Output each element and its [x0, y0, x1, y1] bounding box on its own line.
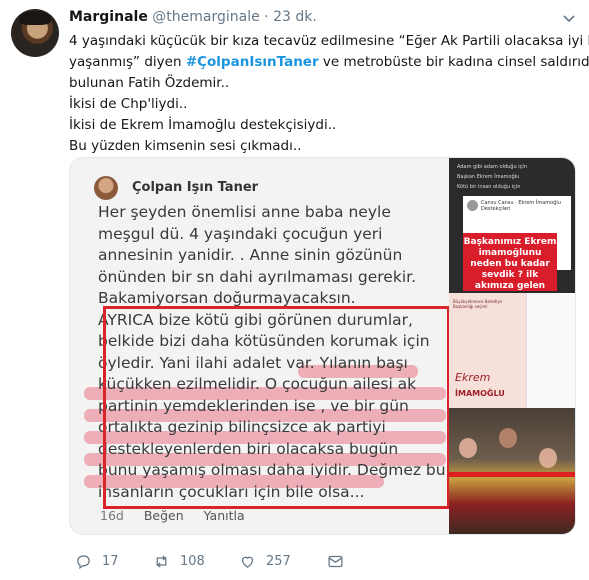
- display-name[interactable]: Marginale: [69, 9, 148, 25]
- post-actions: 16d Beğen Yanıtla: [100, 508, 261, 523]
- tweet-text-line: İkisi de Ekrem İmamoğlu destekçisiydi..: [69, 117, 337, 133]
- collage-note: Başkan Ekrem İmamoğlu: [457, 174, 520, 180]
- retweet-count: 108: [180, 554, 205, 569]
- poster-avatar: [94, 176, 118, 200]
- tweet-text-line: bulunan Fatih Özdemir..: [69, 75, 230, 91]
- card-name: Cansu Cansu · Ekrem İmamoğlu Destekçiler…: [481, 200, 561, 212]
- tweet-text: 4 yaşındaki küçücük bir kıza tecavüz edi…: [69, 31, 589, 157]
- blurred-face: [499, 428, 517, 448]
- reply-button[interactable]: 17: [75, 553, 119, 570]
- reply-count: 17: [102, 554, 119, 569]
- media-screenshot-left[interactable]: Çolpan Işın Taner Her şeyden önemlisi an…: [70, 158, 450, 534]
- blurred-face: [459, 438, 477, 458]
- retweet-button[interactable]: 108: [153, 553, 205, 570]
- post-age: 16d: [100, 508, 124, 523]
- reply-link: Yanıtla: [203, 508, 245, 523]
- tweet-text-line: İkisi de Chp'liydi..: [69, 96, 188, 112]
- collage-note: Adam gibi adam olduğu için: [457, 164, 527, 170]
- envelope-icon: [328, 555, 343, 568]
- heart-icon: [241, 556, 254, 568]
- like-link: Beğen: [143, 508, 184, 523]
- message-button[interactable]: [327, 553, 354, 570]
- collage-instagram-post: [526, 293, 575, 408]
- collage-dark-panel: Adam gibi adam olduğu için Başkan Ekrem …: [449, 158, 575, 293]
- ribbon: [449, 472, 575, 477]
- like-count: 257: [266, 554, 291, 569]
- user-handle[interactable]: @themarginale: [152, 9, 259, 25]
- tweet-text-line: Bu yüzden kimsenin sesi çıkmadı..: [69, 138, 302, 154]
- media-collage-right[interactable]: Adam gibi adam olduğu için Başkan Ekrem …: [449, 158, 575, 534]
- card-avatar: [467, 200, 478, 211]
- blurred-face: [539, 448, 557, 468]
- chevron-down-icon[interactable]: [563, 12, 575, 27]
- poster-text: Büyükçekmece Belediye Başkanlığı seçimi: [453, 299, 503, 309]
- tweet-timestamp[interactable]: 23 dk.: [273, 9, 317, 25]
- like-button[interactable]: 257: [239, 553, 291, 570]
- poster-logo: İMAMOĞLU: [455, 389, 505, 398]
- tweet-header: Marginale @themarginale · 23 dk.: [69, 9, 317, 25]
- poster-name: Çolpan Işın Taner: [132, 180, 259, 195]
- highlight-box: [103, 306, 450, 509]
- hashtag-link[interactable]: #ÇolpanIsınTaner: [186, 54, 319, 70]
- tweet-text-line: 4 yaşındaki küçücük bir kıza tecavüz edi…: [69, 33, 589, 49]
- collage-red-banner: Başkanımız Ekrem imamoğlunu neden bu kad…: [463, 233, 557, 291]
- separator-dot: ·: [264, 9, 269, 25]
- collage-note: Kötü bir insan olduğu için: [457, 184, 521, 190]
- tweet[interactable]: Marginale @themarginale · 23 dk. 4 yaşın…: [0, 0, 589, 580]
- reply-icon: [77, 555, 90, 570]
- avatar[interactable]: [11, 9, 59, 57]
- signature: Ekrem: [455, 371, 491, 384]
- collage-photo: [449, 408, 575, 534]
- collage-poster: Büyükçekmece Belediye Başkanlığı seçimi …: [449, 293, 526, 408]
- retweet-icon: [156, 555, 167, 568]
- tweet-text-line: yaşanmış” diyen #ÇolpanIsınTaner ve metr…: [69, 54, 589, 70]
- tweet-media[interactable]: Çolpan Işın Taner Her şeyden önemlisi an…: [69, 157, 576, 535]
